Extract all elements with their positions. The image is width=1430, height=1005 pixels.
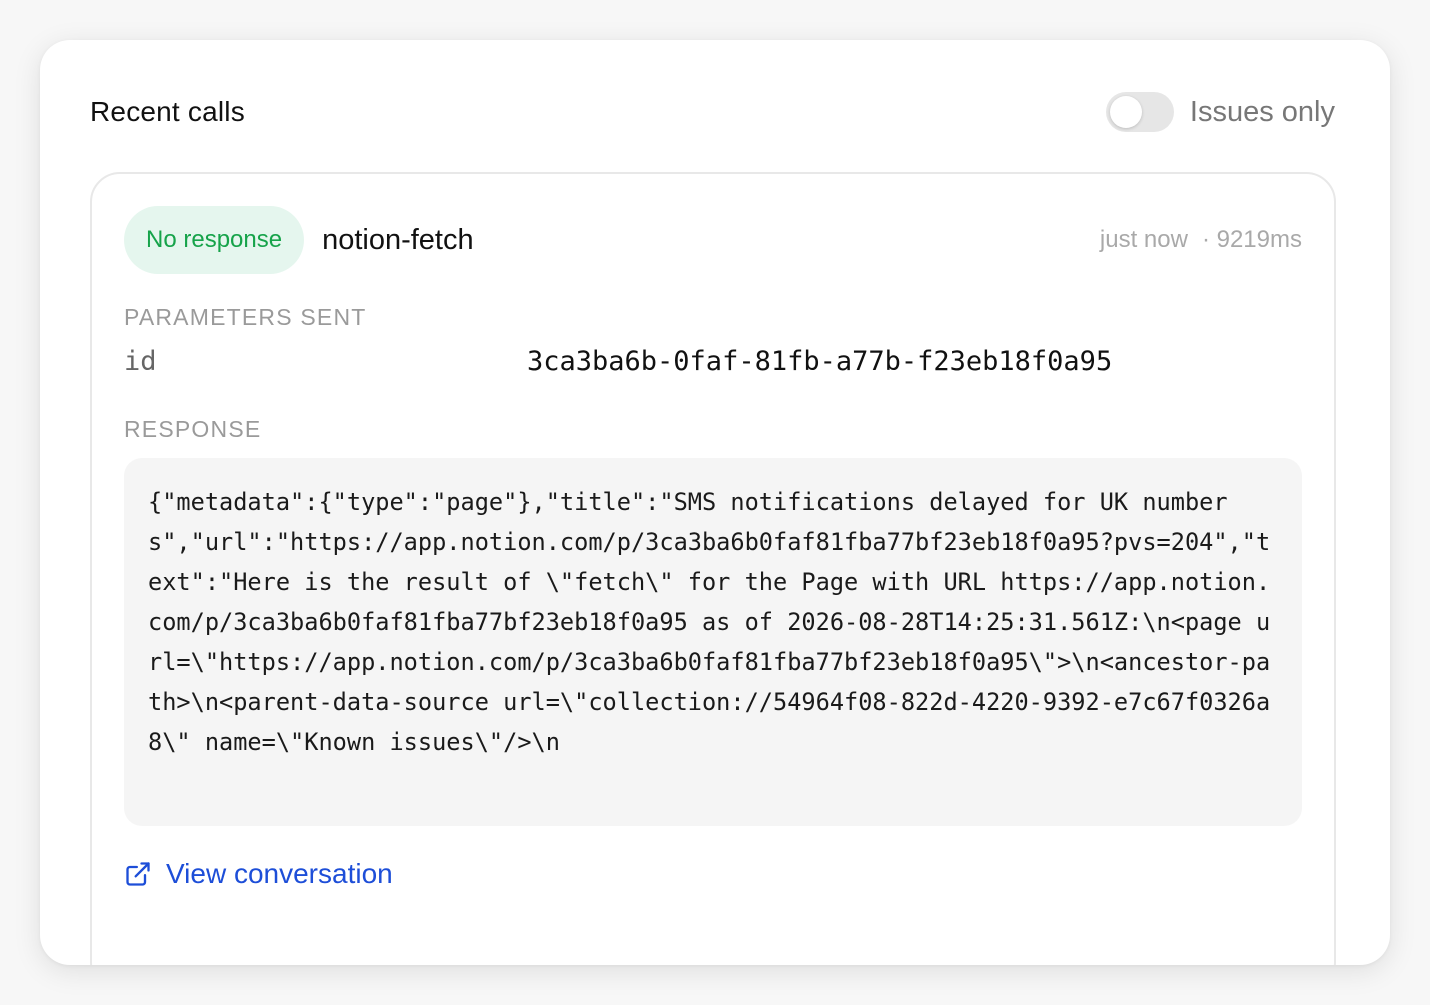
response-body: {"metadata":{"type":"page"},"title":"SMS… [124,458,1302,826]
parameters-section-label: PARAMETERS SENT [124,304,367,330]
issues-only-label[interactable]: Issues only [1190,96,1335,129]
status-badge: No response [124,206,305,274]
view-conversation-link[interactable]: View conversation [124,854,393,894]
param-key: id [124,346,157,377]
call-duration: · 9219ms [1201,226,1302,253]
issues-only-toggle[interactable] [1105,92,1174,132]
call-card: No response notion-fetch just now · 9219… [90,172,1336,965]
param-row: id 3ca3ba6b-0faf-81fb-a77b-f23eb18f0a95 [124,346,1224,386]
external-link-icon [124,860,152,888]
panel-header: Recent calls Issues only [90,90,1335,134]
recent-calls-panel: Recent calls Issues only No response not… [40,40,1390,965]
issues-only-toggle-group[interactable]: Issues only [1105,92,1335,132]
call-card-title-group: No response notion-fetch [124,206,474,274]
call-time: just now [1099,226,1188,253]
toggle-knob [1109,96,1142,128]
call-card-header: No response notion-fetch just now · 9219… [124,206,1302,274]
response-section-label: RESPONSE [124,416,262,442]
param-value: 3ca3ba6b-0faf-81fb-a77b-f23eb18f0a95 [527,346,1113,377]
panel-title: Recent calls [90,96,245,127]
view-conversation-label[interactable]: View conversation [166,858,393,890]
call-meta: just now · 9219ms [1100,226,1302,254]
tool-name: notion-fetch [322,223,474,256]
